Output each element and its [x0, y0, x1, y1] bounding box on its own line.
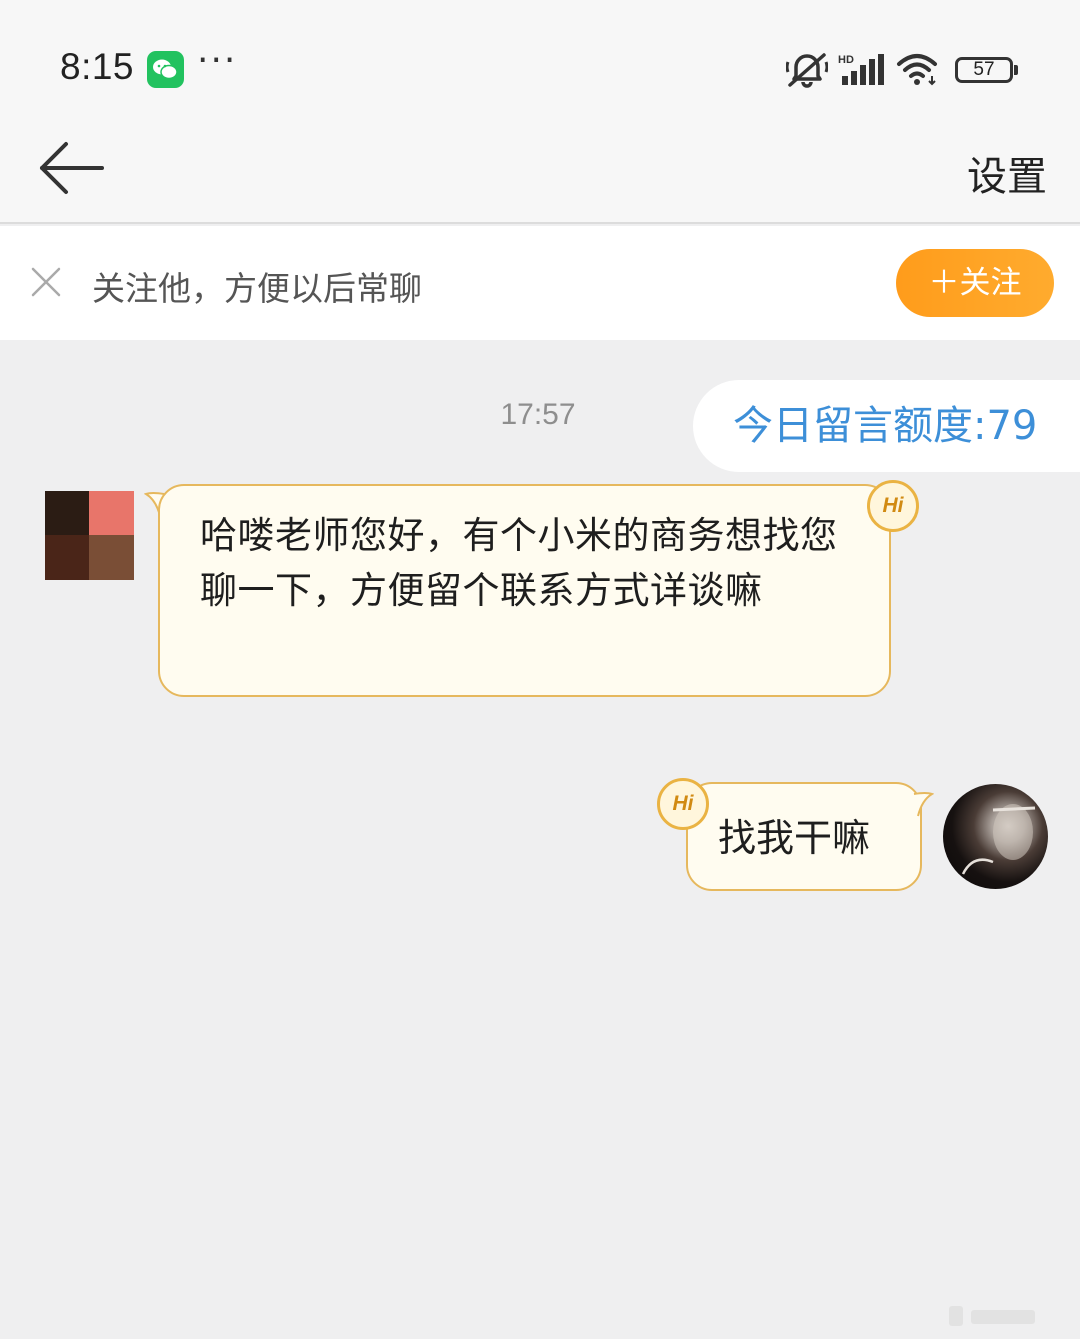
wifi-icon [896, 52, 942, 90]
message-text: 找我干嘛 [718, 816, 871, 860]
nav-bar: 设置 [0, 120, 1080, 224]
wechat-icon [147, 51, 184, 88]
hi-badge-icon: Hi [657, 778, 709, 830]
status-bar: 8:15 ··· HD 57 [0, 0, 1080, 120]
sender-avatar[interactable] [45, 491, 134, 580]
follow-prompt-text: 关注他，方便以后常聊 [92, 269, 422, 308]
bubble-tail-right [913, 792, 934, 817]
message-bubble-received[interactable]: 哈喽老师您好，有个小米的商务想找您聊一下，方便留个联系方式详谈嘛 [158, 484, 891, 697]
hd-signal-icon: HD [838, 52, 888, 90]
back-arrow-icon[interactable] [36, 138, 108, 198]
battery-icon: 57 [955, 57, 1018, 83]
my-avatar[interactable] [943, 784, 1048, 889]
status-time: 8:15 [60, 46, 135, 87]
svg-text:HD: HD [838, 54, 854, 66]
watermark [947, 1302, 1043, 1328]
more-dots-icon: ··· [197, 40, 238, 81]
close-icon[interactable] [30, 266, 62, 298]
follow-banner: 关注他，方便以后常聊 ＋关注 [0, 226, 1080, 340]
message-bubble-sent[interactable]: 找我干嘛 [686, 782, 922, 891]
settings-button[interactable]: 设置 [967, 144, 1047, 202]
hi-badge-icon: Hi [867, 480, 919, 532]
message-quota-badge: 今日留言额度:79 [693, 380, 1080, 472]
mute-icon [785, 52, 829, 92]
follow-button[interactable]: ＋关注 [896, 249, 1054, 317]
message-text: 哈喽老师您好，有个小米的商务想找您聊一下，方便留个联系方式详谈嘛 [200, 514, 838, 612]
